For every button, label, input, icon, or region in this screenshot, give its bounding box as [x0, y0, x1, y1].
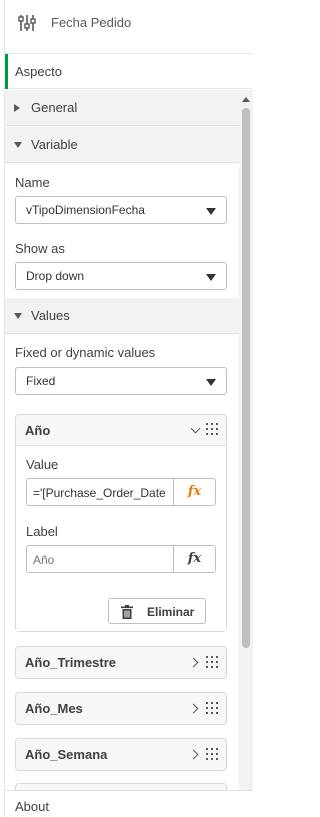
- showas-value: Drop down: [26, 269, 85, 283]
- collapse-down-icon: [14, 142, 22, 148]
- tab-aspecto-label: Aspecto: [15, 64, 62, 79]
- fixed-dynamic-label: Fixed or dynamic values: [15, 345, 156, 360]
- name-label: Name: [15, 175, 50, 190]
- trash-icon: [121, 605, 133, 619]
- tab-aspecto[interactable]: Aspecto: [5, 53, 253, 89]
- panel-title: Fecha Pedido: [51, 15, 132, 30]
- dropdown-arrow-icon: [206, 379, 216, 386]
- scrollbar-thumb[interactable]: [242, 108, 250, 648]
- chevron-right-icon[interactable]: [188, 703, 199, 714]
- active-tab-indicator: [5, 54, 8, 89]
- chevron-right-icon[interactable]: [188, 749, 199, 760]
- fx-icon[interactable]: fx: [173, 479, 215, 505]
- section-general-label: General: [31, 100, 78, 115]
- label-placeholder-text: Año: [33, 553, 55, 567]
- value-card-title: Año_Semana: [25, 747, 108, 762]
- showas-label: Show as: [15, 241, 65, 256]
- drag-handle-icon[interactable]: [206, 748, 218, 762]
- dropdown-arrow-icon: [206, 274, 216, 281]
- scroll-up-icon[interactable]: [242, 97, 250, 102]
- variable-section-body: Name vTipoDimensionFecha Show as Drop do…: [5, 164, 239, 298]
- values-section-body: Fixed or dynamic values Fixed Año Value …: [5, 335, 239, 790]
- fx-icon[interactable]: fx: [173, 546, 215, 572]
- value-expression-text: ='[Purchase_Order_Date: [33, 486, 166, 500]
- value-card-title: Año_Trimestre: [25, 655, 117, 670]
- section-general-header[interactable]: General: [5, 90, 239, 126]
- fixed-dynamic-dropdown[interactable]: Fixed: [15, 367, 227, 395]
- section-values-header[interactable]: Values: [5, 298, 239, 334]
- showas-dropdown[interactable]: Drop down: [15, 262, 227, 290]
- drag-handle-icon[interactable]: [206, 423, 218, 437]
- section-variable-header[interactable]: Variable: [5, 127, 239, 163]
- chevron-down-icon[interactable]: [190, 423, 201, 434]
- value-label: Value: [26, 457, 59, 472]
- delete-button-label: Eliminar: [147, 605, 195, 619]
- collapse-down-icon: [14, 313, 22, 319]
- dropdown-arrow-icon: [206, 208, 216, 215]
- value-card-title: Año: [25, 423, 51, 438]
- value-card-title: Año_Mes: [25, 701, 83, 716]
- fixed-dynamic-value: Fixed: [26, 374, 56, 388]
- about-label: About: [15, 799, 49, 814]
- name-value: vTipoDimensionFecha: [26, 203, 145, 217]
- value-card-body: Value ='[Purchase_Order_Date fx Label Añ…: [16, 445, 226, 631]
- drag-handle-icon[interactable]: [206, 702, 218, 716]
- properties-scroll-area: General Variable Name vTipoDimensionFech…: [5, 90, 239, 790]
- label-label: Label: [26, 524, 58, 539]
- value-card-partial: [15, 783, 227, 790]
- section-values-label: Values: [31, 308, 70, 323]
- expand-right-icon: [14, 104, 20, 112]
- section-variable-label: Variable: [31, 137, 78, 152]
- value-expression-field[interactable]: ='[Purchase_Order_Date fx: [26, 478, 216, 506]
- chevron-right-icon[interactable]: [188, 657, 199, 668]
- value-card-ano-header[interactable]: Año: [16, 415, 226, 445]
- properties-panel: Fecha Pedido Aspecto General Variable Na…: [4, 0, 253, 817]
- delete-button[interactable]: Eliminar: [108, 598, 206, 624]
- label-expression-field[interactable]: Año fx: [26, 545, 216, 573]
- value-card-ano-mes[interactable]: Año_Mes: [15, 692, 227, 725]
- about-section[interactable]: About: [5, 790, 253, 817]
- name-dropdown[interactable]: vTipoDimensionFecha: [15, 196, 227, 224]
- value-card-ano-trimestre[interactable]: Año_Trimestre: [15, 646, 227, 679]
- vertical-scrollbar[interactable]: [239, 90, 253, 815]
- value-card-ano: Año Value ='[Purchase_Order_Date fx Labe…: [15, 414, 227, 632]
- panel-header: Fecha Pedido: [5, 0, 253, 50]
- sliders-icon: [18, 15, 36, 31]
- value-card-ano-semana[interactable]: Año_Semana: [15, 738, 227, 771]
- drag-handle-icon[interactable]: [206, 656, 218, 670]
